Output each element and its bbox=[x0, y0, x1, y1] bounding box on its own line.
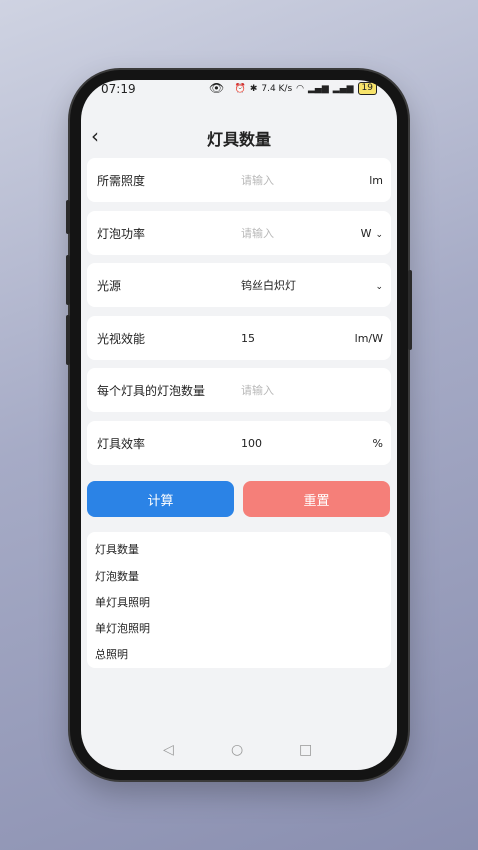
power-key bbox=[408, 270, 412, 350]
chevron-down-icon[interactable]: ⌄ bbox=[371, 279, 383, 292]
row-label: 光视效能 bbox=[97, 331, 146, 346]
volume-up-key bbox=[66, 200, 70, 234]
row-light-source[interactable]: 光源 钨丝白炽灯 ⌄ bbox=[87, 263, 391, 307]
row-bulbs-per-fixture: 每个灯具的灯泡数量 bbox=[87, 368, 391, 412]
unit-label: lm/W bbox=[354, 331, 383, 345]
alarm-icon: ⏰ bbox=[234, 83, 246, 94]
efficacy-value[interactable]: 15 bbox=[241, 332, 255, 345]
result-total-lighting: 总照明 bbox=[95, 648, 128, 661]
screen: 07:19 👁 ⏰ ✱ 7.4 K/s ◠ ▂▄▆ ▂▄▆ 19 ‹ 灯具数量 … bbox=[81, 80, 397, 770]
status-icons: ⏰ ✱ 7.4 K/s ◠ ▂▄▆ ▂▄▆ 19 bbox=[235, 82, 377, 95]
nav-back-icon[interactable]: ◁ bbox=[163, 742, 174, 758]
system-nav-bar: ◁ ○ □ bbox=[81, 740, 397, 764]
unit-label: lm bbox=[369, 173, 383, 187]
side-key bbox=[66, 315, 70, 365]
result-bulb-count: 灯泡数量 bbox=[95, 570, 139, 583]
efficiency-value[interactable]: 100 bbox=[241, 437, 262, 450]
row-label: 所需照度 bbox=[97, 173, 146, 188]
row-luminous-efficacy: 光视效能 15 lm/W bbox=[87, 316, 391, 360]
bulbs-per-fixture-input[interactable] bbox=[241, 383, 351, 397]
result-fixture-count: 灯具数量 bbox=[95, 543, 139, 556]
row-label: 光源 bbox=[97, 278, 122, 293]
illuminance-input[interactable] bbox=[241, 173, 351, 187]
result-per-fixture-lighting: 单灯具照明 bbox=[95, 596, 150, 609]
reset-button[interactable]: 重置 bbox=[243, 481, 390, 517]
page-title: 灯具数量 bbox=[206, 130, 271, 149]
row-label: 灯具效率 bbox=[97, 436, 146, 451]
results-panel: 灯具数量 灯泡数量 单灯具照明 单灯泡照明 总照明 bbox=[87, 532, 391, 668]
row-required-illuminance: 所需照度 lm bbox=[87, 158, 391, 202]
row-fixture-efficiency: 灯具效率 100 % bbox=[87, 421, 391, 465]
volume-down-key bbox=[66, 255, 70, 305]
eye-icon: 👁 bbox=[209, 81, 225, 95]
battery-icon: 19 bbox=[357, 82, 377, 95]
bluetooth-icon: ✱ bbox=[249, 83, 258, 94]
result-per-bulb-lighting: 单灯泡照明 bbox=[95, 622, 150, 635]
net-speed: 7.4 K/s bbox=[261, 83, 293, 94]
phone-frame: 07:19 👁 ⏰ ✱ 7.4 K/s ◠ ▂▄▆ ▂▄▆ 19 ‹ 灯具数量 … bbox=[66, 70, 412, 780]
light-source-select[interactable]: 钨丝白炽灯 bbox=[241, 277, 296, 293]
row-label: 灯泡功率 bbox=[97, 226, 146, 241]
row-bulb-power: 灯泡功率 W⌄ bbox=[87, 211, 391, 255]
bulb-power-input[interactable] bbox=[241, 226, 351, 240]
calculate-button[interactable]: 计算 bbox=[87, 481, 234, 517]
nav-bar: ‹ 灯具数量 bbox=[81, 118, 397, 152]
unit-label: % bbox=[372, 436, 383, 450]
chevron-down-icon: ⌄ bbox=[375, 229, 383, 240]
nav-recents-icon[interactable]: □ bbox=[299, 742, 312, 758]
signal-icon: ▂▄▆ bbox=[308, 83, 329, 94]
signal-icon-2: ▂▄▆ bbox=[332, 83, 354, 94]
wifi-icon: ◠ bbox=[296, 83, 305, 94]
row-label: 每个灯具的灯泡数量 bbox=[97, 383, 206, 398]
unit-dropdown[interactable]: W ⌄ bbox=[361, 227, 383, 240]
status-bar: 07:19 👁 ⏰ ✱ 7.4 K/s ◠ ▂▄▆ ▂▄▆ 19 bbox=[81, 80, 397, 102]
nav-home-icon[interactable]: ○ bbox=[231, 742, 243, 758]
unit-label: W bbox=[360, 226, 372, 240]
status-time: 07:19 bbox=[101, 82, 136, 96]
